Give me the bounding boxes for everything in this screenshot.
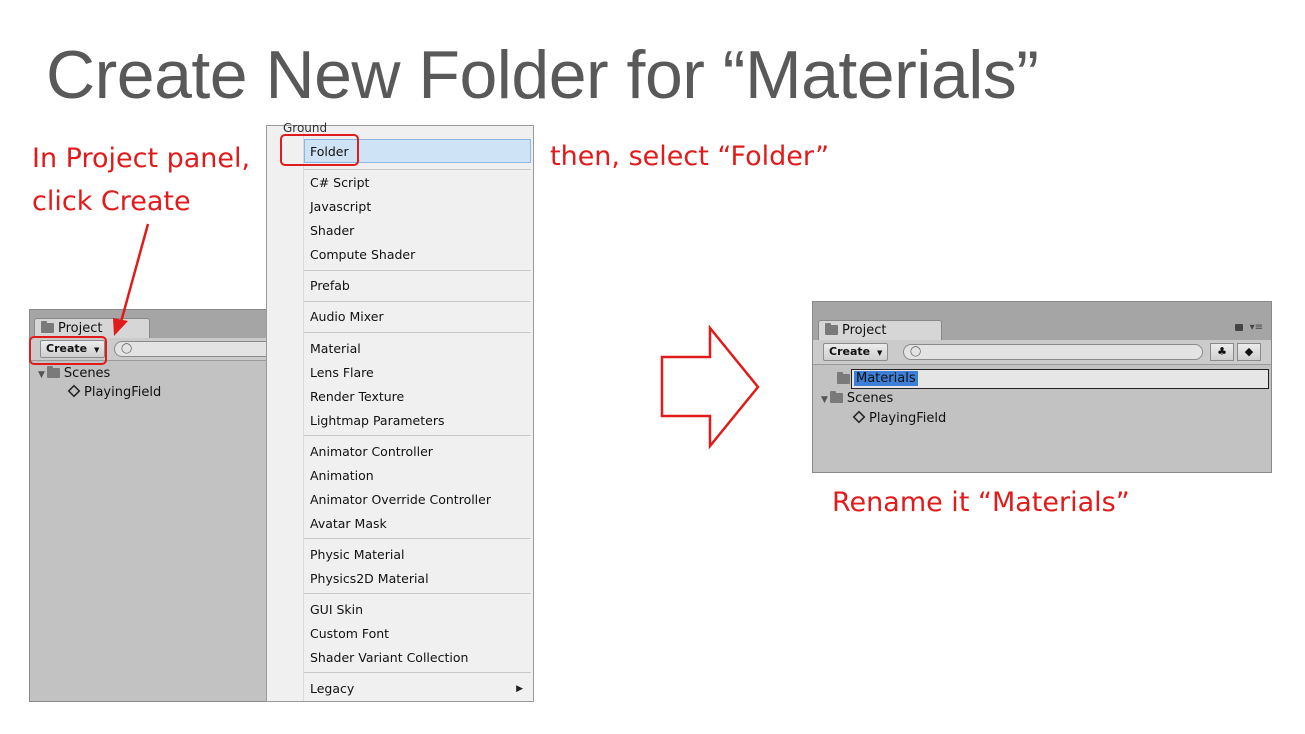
pointer-arrow-icon xyxy=(113,223,150,336)
arrow-right-icon xyxy=(660,324,760,450)
annotation-overlay xyxy=(113,223,760,450)
